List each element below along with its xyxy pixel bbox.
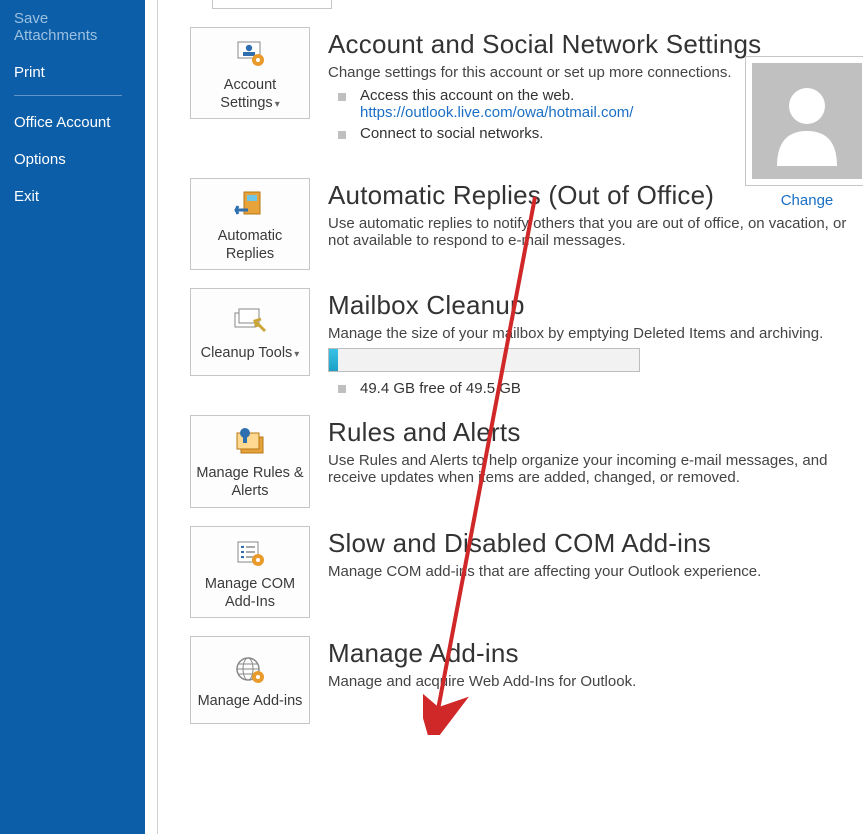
sidebar-item-office-account[interactable]: Office Account <box>0 104 145 141</box>
storage-free-text: 49.4 GB free of 49.5 GB <box>328 380 863 397</box>
tile-label: Automatic Replies <box>195 227 305 263</box>
avatar-frame <box>745 56 863 186</box>
storage-progress <box>328 348 640 372</box>
cleanup-desc: Manage the size of your mailbox by empty… <box>328 325 863 342</box>
automatic-replies-icon <box>232 187 268 223</box>
rules-desc: Use Rules and Alerts to help organize yo… <box>328 452 863 486</box>
owa-link[interactable]: https://outlook.live.com/owa/hotmail.com… <box>360 104 633 121</box>
comaddins-desc: Manage COM add-ins that are affecting yo… <box>328 563 863 580</box>
account-settings-icon <box>232 36 268 72</box>
sidebar-item-exit[interactable]: Exit <box>0 178 145 215</box>
sidebar-separator <box>14 95 122 96</box>
autoreply-desc: Use automatic replies to notify others t… <box>328 215 863 249</box>
rules-heading: Rules and Alerts <box>328 417 863 448</box>
automatic-replies-tile[interactable]: Automatic Replies <box>190 178 310 270</box>
cleanup-heading: Mailbox Cleanup <box>328 290 863 321</box>
avatar-change-link[interactable]: Change <box>745 192 863 209</box>
addins-heading: Manage Add-ins <box>328 638 863 669</box>
com-addins-tile[interactable]: Manage COM Add-Ins <box>190 526 310 618</box>
avatar-placeholder-icon <box>752 63 862 179</box>
vertical-divider <box>157 0 158 834</box>
avatar-block: Change <box>745 56 863 209</box>
add-account-tile-cutoff[interactable] <box>212 0 332 9</box>
sidebar-item-print[interactable]: Print <box>0 54 145 91</box>
tile-label: Cleanup Tools▾ <box>201 344 300 362</box>
cleanup-tools-tile[interactable]: Cleanup Tools▾ <box>190 288 310 376</box>
sidebar-item-save-attachments[interactable]: Save Attachments <box>0 0 145 54</box>
manage-addins-tile[interactable]: Manage Add-ins <box>190 636 310 724</box>
sidebar: Save Attachments Print Office Account Op… <box>0 0 145 834</box>
tile-label: Account Settings▾ <box>195 76 305 112</box>
tile-label: Manage Rules & Alerts <box>195 464 305 500</box>
rules-alerts-icon <box>231 424 269 460</box>
com-addins-icon <box>232 535 268 571</box>
rules-alerts-tile[interactable]: Manage Rules & Alerts <box>190 415 310 507</box>
account-settings-tile[interactable]: Account Settings▾ <box>190 27 310 119</box>
comaddins-heading: Slow and Disabled COM Add-ins <box>328 528 863 559</box>
sidebar-item-options[interactable]: Options <box>0 141 145 178</box>
storage-progress-fill <box>329 349 338 371</box>
tile-label: Manage COM Add-Ins <box>195 575 305 611</box>
addins-desc: Manage and acquire Web Add-Ins for Outlo… <box>328 673 863 690</box>
cleanup-tools-icon <box>231 304 269 340</box>
manage-addins-icon <box>232 652 268 688</box>
tile-label: Manage Add-ins <box>198 692 303 710</box>
